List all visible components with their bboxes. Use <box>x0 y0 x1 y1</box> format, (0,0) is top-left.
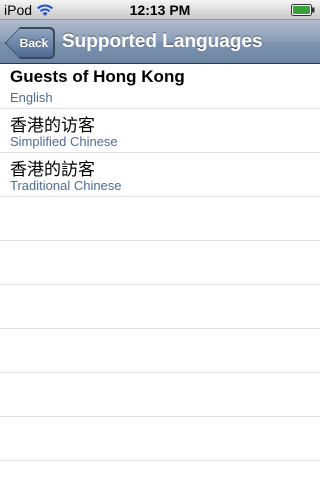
language-title: 香港的訪客 <box>10 160 95 180</box>
back-button[interactable]: Back <box>6 28 54 58</box>
status-time: 12:13 PM <box>129 2 191 18</box>
empty-row <box>0 329 320 373</box>
language-subtitle: English <box>10 90 53 105</box>
page-title: Supported Languages <box>62 31 263 52</box>
empty-row <box>0 241 320 285</box>
back-button-label: Back <box>19 36 49 50</box>
language-row-simplified-chinese[interactable]: 香港的访客 Simplified Chinese <box>0 109 320 153</box>
battery-icon <box>291 4 315 16</box>
empty-row <box>0 417 320 461</box>
empty-row <box>0 373 320 417</box>
language-title: 香港的访客 <box>10 116 95 136</box>
language-subtitle: Traditional Chinese <box>10 178 122 193</box>
language-title: Guests of Hong Kong <box>10 67 185 86</box>
navigation-bar: Back Supported Languages <box>0 20 320 64</box>
language-row-traditional-chinese[interactable]: 香港的訪客 Traditional Chinese <box>0 153 320 197</box>
status-bar: iPod 12:13 PM <box>0 0 320 20</box>
empty-row <box>0 197 320 241</box>
empty-row <box>0 285 320 329</box>
language-row-english[interactable]: Guests of Hong Kong English <box>0 65 320 109</box>
language-subtitle: Simplified Chinese <box>10 134 118 149</box>
language-list: Guests of Hong Kong English 香港的访客 Simpli… <box>0 65 320 480</box>
